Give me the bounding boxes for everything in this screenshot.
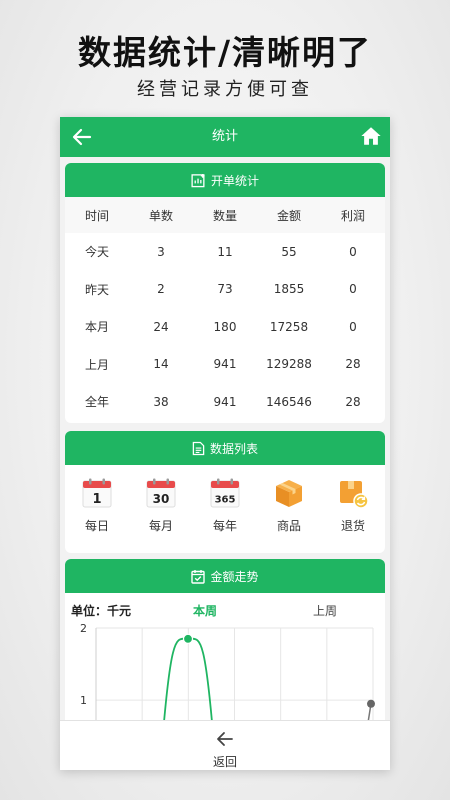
list-item-yearly[interactable]: 365 每年 (195, 477, 255, 534)
y-tick-label: 1 (80, 694, 87, 707)
table-row[interactable]: 今天 3 11 55 0 (65, 233, 385, 271)
table-cell: 38 (153, 394, 169, 409)
unit-label: 单位：千元 (71, 604, 132, 618)
document-icon (192, 441, 205, 455)
amount-trend-chart: 21 (65, 621, 385, 729)
calendar-month-icon: 30 (146, 478, 176, 508)
table-cell: 129288 (266, 357, 312, 372)
stats-table: 时间 单数 数量 金额 利润 今天 3 11 55 0 昨天 2 73 1855… (65, 197, 385, 421)
list-item-monthly[interactable]: 30 每月 (131, 477, 191, 534)
series-point[interactable] (367, 699, 375, 708)
series-point[interactable] (182, 633, 194, 644)
calendar-day-badge: 1 (92, 492, 101, 507)
list-item-goods[interactable]: 商品 (259, 477, 319, 534)
col-header: 数量 (212, 208, 237, 223)
data-list-title: 数据列表 (209, 441, 258, 456)
table-row[interactable]: 上月 14 941 129288 28 (65, 346, 385, 384)
col-header: 单数 (148, 208, 173, 223)
data-list-header: 数据列表 (65, 431, 385, 465)
back-arrow-icon[interactable] (215, 729, 235, 749)
list-item-label: 每年 (212, 519, 237, 533)
col-header: 时间 (84, 208, 109, 223)
order-stats-header: 开单统计 (65, 163, 385, 197)
back-button-label[interactable]: 返回 (60, 753, 390, 770)
table-cell: 2 (157, 282, 165, 297)
tab-this-week[interactable]: 本周 (193, 602, 217, 619)
promo-title: 数据统计/清晰明了 (77, 33, 373, 72)
table-cell: 17258 (269, 319, 309, 334)
table-cell: 941 (213, 394, 237, 409)
list-item-daily[interactable]: 1 每日 (67, 477, 127, 534)
table-cell: 上月 (84, 357, 109, 372)
table-cell: 今天 (84, 245, 109, 260)
chart-add-icon (191, 173, 205, 187)
phone-screen: 统计 开单统计 时间 单数 数量 金额 利润 今天 3 11 55 0 昨天 2… (60, 117, 390, 770)
table-cell: 3 (157, 244, 165, 259)
calendar-month-badge: 30 (153, 492, 170, 506)
table-cell: 全年 (84, 395, 109, 410)
calendar-check-icon (191, 569, 206, 584)
data-list-card: 数据列表 1 每日 30 每月 365 每年 商品 退货 (65, 431, 385, 553)
tab-last-week[interactable]: 上周 (313, 602, 337, 619)
order-stats-title: 开单统计 (210, 173, 259, 188)
calendar-day-icon: 1 (82, 478, 112, 508)
table-cell: 0 (349, 319, 357, 334)
home-icon[interactable] (360, 125, 382, 147)
table-cell: 941 (213, 357, 237, 372)
amount-trend-title: 金额走势 (210, 569, 259, 584)
table-cell: 1855 (273, 282, 305, 297)
data-list-items: 1 每日 30 每月 365 每年 商品 退货 (65, 465, 385, 534)
table-cell: 11 (217, 244, 233, 259)
list-item-label: 商品 (276, 519, 301, 533)
table-cell: 0 (349, 244, 357, 259)
return-box-icon (340, 481, 369, 509)
table-cell: 55 (281, 244, 297, 259)
col-header: 金额 (276, 208, 301, 223)
trend-controls: 单位：千元 本周 上周 (65, 593, 385, 623)
list-item-label: 每月 (148, 519, 173, 533)
table-cell: 73 (217, 282, 233, 297)
table-cell: 146546 (266, 394, 312, 409)
table-cell: 28 (345, 357, 361, 372)
list-item-label: 每日 (84, 519, 109, 533)
calendar-year-icon: 365 (210, 478, 240, 508)
y-tick-label: 2 (80, 622, 87, 635)
table-cell: 0 (349, 282, 357, 297)
trend-chart-svg: 21 (80, 622, 375, 729)
table-row[interactable]: 本月 24 180 17258 0 (65, 308, 385, 346)
list-item-returns[interactable]: 退货 (323, 477, 383, 534)
table-row[interactable]: 昨天 2 73 1855 0 (65, 271, 385, 309)
table-cell: 24 (153, 319, 169, 334)
table-row[interactable]: 全年 38 941 146546 28 (65, 383, 385, 421)
promo-subtitle: 经营记录方便可查 (137, 79, 313, 100)
col-header: 利润 (340, 208, 365, 223)
amount-trend-header: 金额走势 (65, 559, 385, 593)
stats-header-row: 时间 单数 数量 金额 利润 (65, 197, 385, 233)
list-item-label: 退货 (340, 519, 365, 533)
order-stats-card: 开单统计 时间 单数 数量 金额 利润 今天 3 11 55 0 昨天 2 73… (65, 163, 385, 423)
amount-trend-card: 金额走势 单位：千元 本周 上周 21 (65, 559, 385, 729)
box-icon (276, 480, 302, 507)
bottom-bar: 返回 (60, 720, 390, 770)
table-cell: 28 (345, 394, 361, 409)
table-cell: 本月 (84, 320, 109, 335)
calendar-year-badge: 365 (215, 495, 236, 506)
top-bar: 统计 (60, 117, 390, 157)
table-cell: 180 (213, 319, 237, 334)
page-title: 统计 (211, 129, 238, 144)
table-cell: 昨天 (84, 282, 109, 297)
table-cell: 14 (153, 357, 169, 372)
